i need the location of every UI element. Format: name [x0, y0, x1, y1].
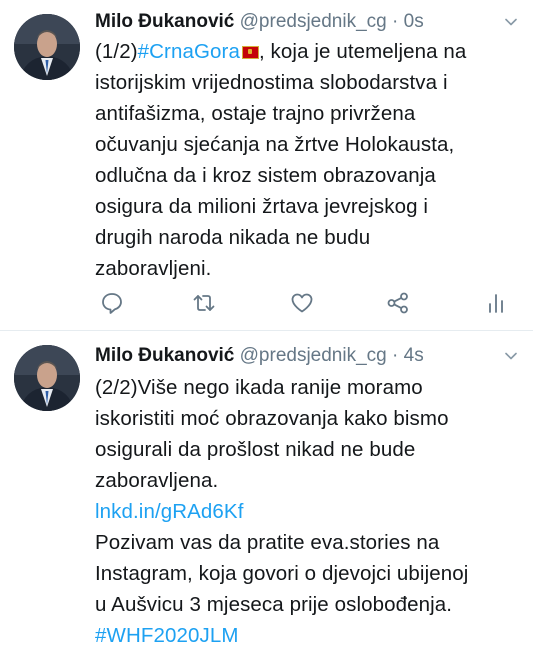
author-name[interactable]: Milo Đukanović — [95, 11, 234, 32]
reply-icon[interactable] — [99, 290, 125, 316]
text-line: iskoristiti moć obrazovanja kako bismo — [95, 407, 449, 430]
separator: · — [392, 345, 399, 366]
tweet[interactable]: Milo Đukanović @predsjednik_cg · 4s (2/2… — [0, 331, 533, 649]
author-name[interactable]: Milo Đukanović — [95, 345, 234, 366]
share-icon[interactable] — [385, 290, 411, 316]
text-line: Pozivam vas da pratite eva.stories na — [95, 531, 440, 554]
timestamp[interactable]: 0s — [404, 11, 424, 32]
avatar[interactable] — [14, 14, 80, 80]
retweet-icon[interactable] — [191, 290, 217, 316]
hashtag-link[interactable]: #CrnaGora — [138, 40, 240, 63]
chevron-down-icon[interactable] — [503, 14, 519, 30]
text-line: Instagram, koja govori o djevojci ubijen… — [95, 562, 469, 585]
flag-montenegro-icon — [241, 46, 259, 59]
text-line: osigura da milioni žrtava jevrejskog i — [95, 195, 429, 218]
text-line: osigurali da prošlost nikad ne bude — [95, 438, 416, 461]
analytics-icon[interactable] — [483, 290, 509, 316]
hashtag-link[interactable]: #WHF2020JLM — [95, 620, 525, 651]
text-line: (1/2)#CrnaGora , koja je utemeljena na — [95, 36, 525, 67]
tweet[interactable]: Milo Đukanović @predsjednik_cg · 0s (1/2… — [0, 0, 533, 331]
text-segment: (1/2) — [95, 40, 138, 63]
avatar-image — [14, 345, 80, 411]
separator: · — [392, 11, 399, 32]
text-line: odlučna da i kroz sistem obrazovanja — [95, 164, 436, 187]
url-link[interactable]: lnkd.in/gRAd6Kf — [95, 496, 525, 527]
timestamp[interactable]: 4s — [404, 345, 424, 366]
chevron-down-icon[interactable] — [503, 348, 519, 364]
text-line: u Aušvicu 3 mjeseca prije oslobođenja. — [95, 593, 453, 616]
text-line: zaboravljeni. — [95, 257, 212, 280]
text-line: (2/2)Više nego ikada ranije moramo — [95, 376, 423, 399]
author-handle[interactable]: @predsjednik_cg — [240, 11, 387, 32]
tweet-header: Milo Đukanović @predsjednik_cg · 4s — [95, 344, 424, 368]
text-line: zaboravljena. — [95, 469, 219, 492]
author-handle[interactable]: @predsjednik_cg — [240, 345, 387, 366]
tweet-actions — [95, 290, 515, 316]
text-line: istorijskim vrijednostima slobodarstva i — [95, 71, 448, 94]
text-line: drugih naroda nikada ne budu — [95, 226, 371, 249]
avatar-image — [14, 14, 80, 80]
tweet-header: Milo Đukanović @predsjednik_cg · 0s — [95, 10, 424, 34]
tweet-text: (1/2)#CrnaGora , koja je utemeljena na is… — [95, 36, 525, 284]
like-icon[interactable] — [289, 290, 315, 316]
text-line: antifašizma, ostaje trajno privržena — [95, 102, 416, 125]
text-segment: , koja je utemeljena na — [258, 40, 467, 63]
text-line: očuvanju sjećanja na žrtve Holokausta, — [95, 133, 455, 156]
tweet-text: (2/2)Više nego ikada ranije moramo iskor… — [95, 372, 525, 651]
avatar[interactable] — [14, 345, 80, 411]
